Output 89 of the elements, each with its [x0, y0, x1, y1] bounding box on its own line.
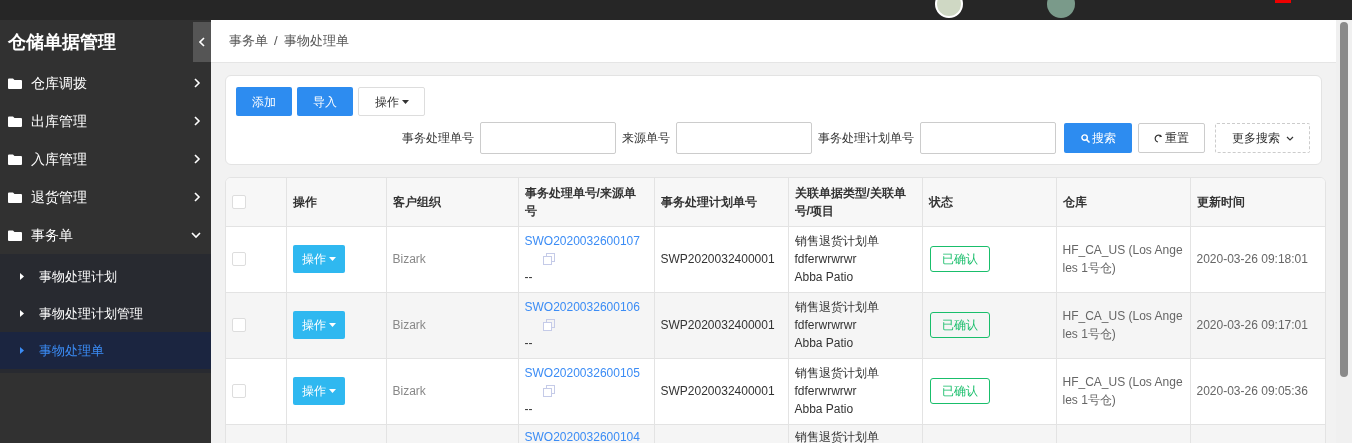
table-cell-text: fdferwrwrwr [794, 317, 858, 334]
folder-icon [8, 191, 22, 203]
caret-down-icon [401, 99, 409, 104]
sidebar-item[interactable]: 仓库调拨 [0, 64, 211, 102]
submenu-item[interactable]: 事物处理单 [0, 332, 211, 369]
table-cell-text: Abba Patio [794, 335, 855, 352]
status-badge: 已确认 [929, 246, 990, 272]
input-field[interactable] [480, 122, 616, 154]
caret-right-icon [20, 273, 24, 280]
table-cell-text: Abba Patio [794, 401, 855, 418]
status-badge: 已确认 [929, 378, 990, 404]
table-cell-text: 销售退货计划单 [794, 233, 880, 250]
field-label: 事务处理单号 [402, 130, 474, 147]
table-cell: Bizark [392, 384, 426, 398]
table-cell: SWP2020032400001 [660, 384, 775, 398]
notification-badge [1275, 0, 1291, 3]
table-cell-text: 销售退货计划单 [794, 428, 880, 443]
submenu-item[interactable]: 事物处理计划 [0, 258, 211, 295]
sidebar-title: 仓储单据管理 [8, 30, 116, 54]
checkbox[interactable] [232, 252, 246, 266]
table-cell: HF_CA_US (Los Angeles 1号仓) [1062, 309, 1183, 341]
column-header: 客户组织 [386, 178, 518, 226]
chevron-right-icon [194, 78, 201, 88]
folder-icon [8, 153, 22, 165]
reset-button[interactable]: 重置 [1138, 123, 1205, 153]
column-header: 操作 [286, 178, 386, 226]
table-cell: Bizark [392, 252, 426, 266]
checkbox[interactable] [232, 384, 246, 398]
field-label: 来源单号 [622, 130, 670, 147]
refresh-icon [1154, 133, 1163, 143]
breadcrumb-link[interactable]: 事务单 [229, 31, 268, 51]
table-cell: 2020-03-26 09:05:36 [1196, 384, 1308, 398]
chevron-down-icon [1285, 135, 1294, 141]
sidebar-item[interactable]: 入库管理 [0, 140, 211, 178]
copy-icon[interactable] [542, 385, 555, 397]
table-cell: 2020-03-26 09:18:01 [1196, 252, 1308, 266]
breadcrumb-current: 事物处理单 [283, 32, 349, 51]
table-cell-text: 销售退货计划单 [794, 299, 880, 316]
order-link[interactable]: SWO2020032600105 [524, 364, 648, 382]
table-cell: SWP2020032400001 [660, 252, 775, 266]
checkbox[interactable] [232, 194, 246, 209]
folder-icon [8, 229, 22, 241]
column-header: 仓库 [1056, 178, 1190, 226]
input-field[interactable] [920, 122, 1056, 154]
table-cell-text: 销售退货计划单 [794, 365, 880, 382]
copy-icon[interactable] [542, 253, 555, 265]
search-icon [1080, 133, 1090, 143]
table-cell-text: fdferwrwrwr [794, 383, 858, 400]
column-header: 事务处理单号/来源单号 [518, 178, 654, 226]
table-cell: SWP2020032400001 [660, 318, 775, 332]
status-badge: 已确认 [929, 312, 990, 338]
input-field[interactable] [676, 122, 812, 154]
column-header: 关联单据类型/关联单号/项目 [788, 178, 922, 226]
copy-icon[interactable] [542, 319, 555, 331]
chevron-right-icon [194, 116, 201, 126]
table-cell: HF_CA_US (Los Angeles 1号仓) [1062, 243, 1183, 275]
caret-right-icon [20, 310, 24, 317]
table-cell-text: -- [524, 269, 534, 286]
breadcrumb-separator: / [274, 32, 278, 51]
column-header: 事务处理计划单号 [654, 178, 788, 226]
sidebar-item[interactable]: 事务单 [0, 216, 211, 254]
chevron-right-icon [194, 192, 201, 202]
chevron-down-icon [191, 231, 201, 239]
sidebar-item[interactable]: 退货管理 [0, 178, 211, 216]
checkbox[interactable] [232, 318, 246, 332]
caret-down-icon [328, 323, 336, 327]
table-cell-text: fdferwrwrwr [794, 251, 858, 268]
table-cell-text: Abba Patio [794, 269, 855, 286]
caret-down-icon [328, 257, 336, 261]
submenu-item[interactable]: 事物处理计划管理 [0, 295, 211, 332]
actions-dropdown[interactable]: 操作 [358, 87, 425, 116]
sidebar-item[interactable]: 出库管理 [0, 102, 211, 140]
table-cell: 2020-03-26 09:17:01 [1196, 318, 1308, 332]
collapse-button[interactable] [193, 22, 211, 62]
column-header: 更新时间 [1190, 178, 1325, 226]
folder-icon [8, 77, 22, 89]
caret-right-icon [20, 347, 24, 354]
column-header: 状态 [922, 178, 1056, 226]
more-search-button[interactable]: 更多搜索 [1215, 123, 1310, 153]
table-cell-text: -- [524, 401, 534, 418]
chevron-left-icon [198, 37, 206, 47]
table-cell: HF_CA_US (Los Angeles 1号仓) [1062, 375, 1183, 407]
order-link[interactable]: SWO2020032600107 [524, 232, 648, 250]
caret-down-icon [328, 389, 336, 393]
field-label: 事务处理计划单号 [818, 130, 914, 147]
table-cell-text: -- [524, 335, 534, 352]
table-cell: Bizark [392, 318, 426, 332]
folder-icon [8, 115, 22, 127]
chevron-right-icon [194, 154, 201, 164]
